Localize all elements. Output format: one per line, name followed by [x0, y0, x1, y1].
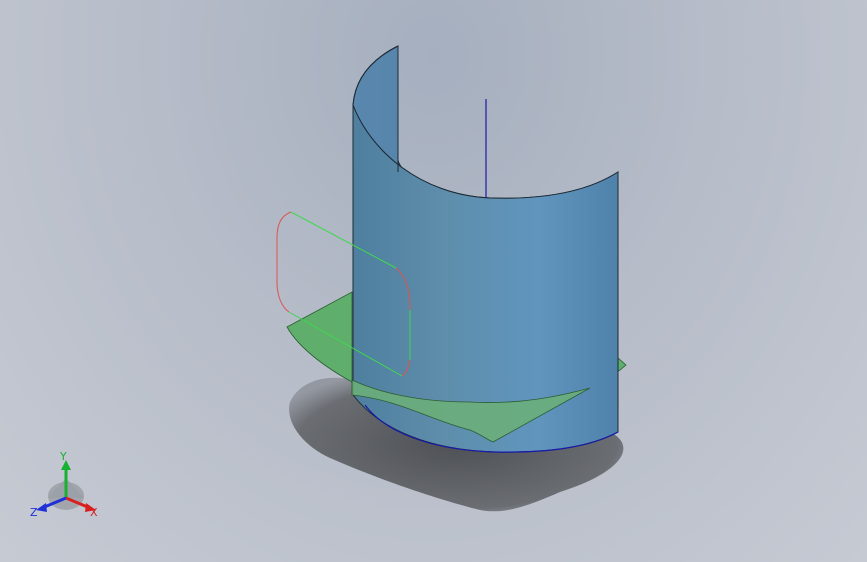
triad-y-label: Y — [59, 450, 67, 463]
triad-z-label: Z — [30, 506, 38, 519]
triad-x-label: X — [90, 506, 98, 519]
sketch-arc-left[interactable] — [276, 211, 292, 313]
model-scene[interactable] — [0, 0, 867, 562]
reference-triad: Y X Z — [30, 450, 98, 519]
graphics-viewport[interactable]: Y X Z — [0, 0, 867, 562]
